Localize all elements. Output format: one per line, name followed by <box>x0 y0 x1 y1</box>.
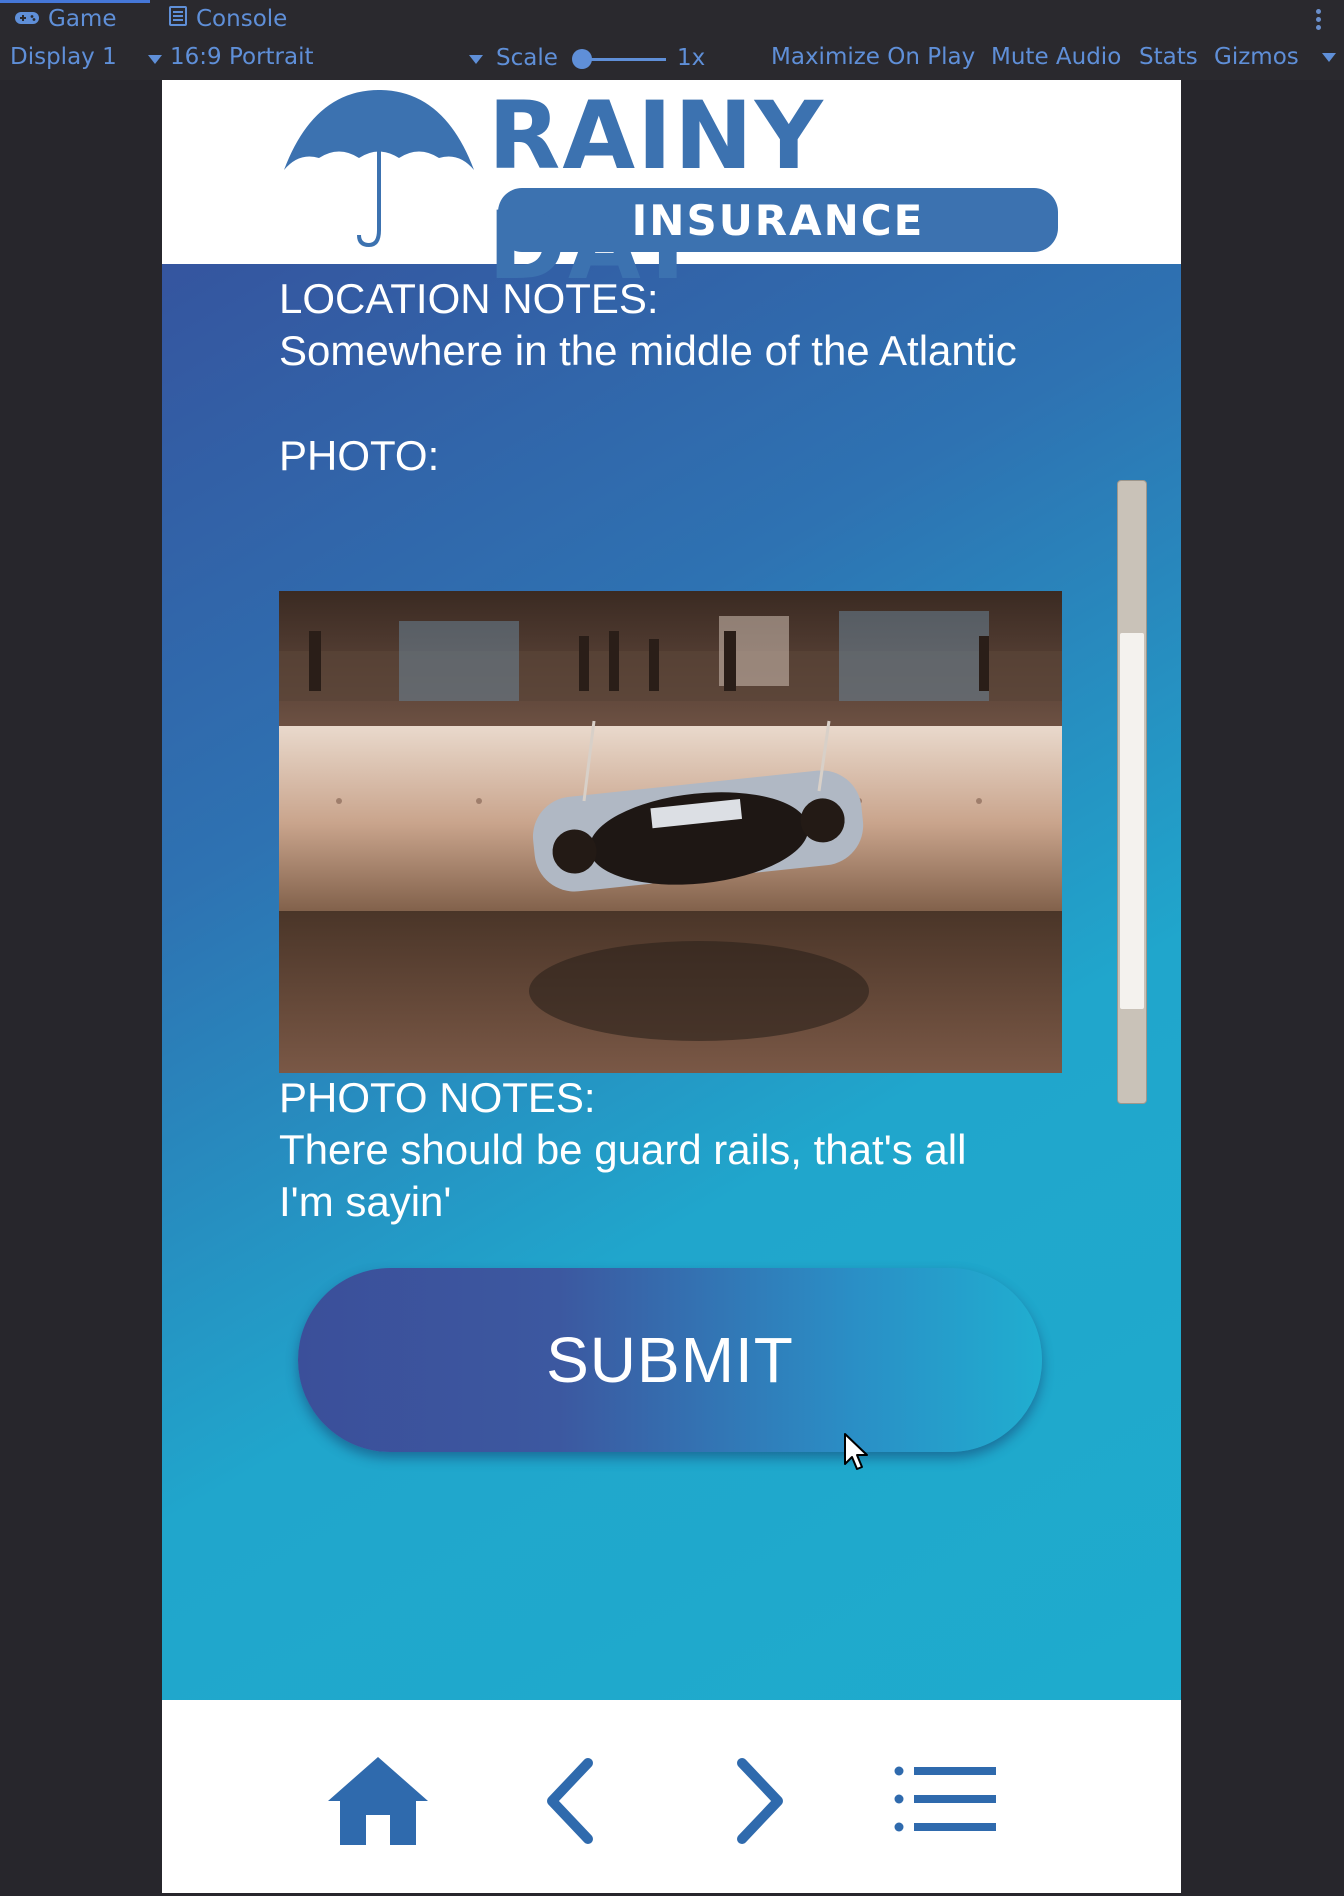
console-icon <box>168 6 188 32</box>
gizmos-label: Gizmos <box>1214 44 1299 70</box>
menu-button[interactable] <box>894 1766 998 1836</box>
gamepad-icon <box>14 6 40 32</box>
mouse-cursor-icon <box>843 1432 869 1476</box>
menu-icon <box>894 1766 996 1832</box>
display-dropdown[interactable]: Display 1 <box>10 44 162 70</box>
location-notes-value: Somewhere in the middle of the Atlantic <box>279 327 1017 374</box>
scale-label: Scale <box>496 45 558 71</box>
tab-console-label: Console <box>196 6 288 32</box>
claim-photo <box>279 591 1062 1073</box>
game-viewport: LOCATION NOTES: Somewhere in the middle … <box>162 80 1181 1893</box>
chevron-down-icon <box>147 55 162 64</box>
submit-button[interactable]: SUBMIT <box>298 1268 1042 1452</box>
forward-button[interactable] <box>730 1757 790 1849</box>
photo-notes-label: PHOTO NOTES: <box>279 1074 596 1121</box>
bottom-nav-bar <box>162 1700 1181 1893</box>
photo-notes-line-2: I'm sayin' <box>279 1178 452 1225</box>
rainy-day-logo: RAINY DAY INSURANCE <box>284 82 1064 301</box>
tab-game[interactable]: Game <box>0 0 152 38</box>
more-options-icon[interactable] <box>1316 6 1322 33</box>
editor-tab-bar: Game Console <box>0 0 1344 38</box>
home-icon <box>328 1757 428 1845</box>
home-button[interactable] <box>328 1757 428 1849</box>
display-label: Display 1 <box>10 44 117 70</box>
chevron-down-icon <box>1322 53 1337 62</box>
aspect-label: 16:9 Portrait <box>170 44 314 70</box>
photo-notes-line-1: There should be guard rails, that's all <box>279 1126 967 1173</box>
scale-value: 1x <box>677 45 706 71</box>
claim-form-scroll-area[interactable]: LOCATION NOTES: Somewhere in the middle … <box>162 264 1181 1780</box>
scale-slider-track[interactable] <box>580 58 666 61</box>
photo-label: PHOTO: <box>279 432 440 479</box>
gizmos-toggle[interactable]: Gizmos <box>1214 44 1337 70</box>
stats-toggle[interactable]: Stats <box>1139 44 1198 70</box>
mute-audio-toggle[interactable]: Mute Audio <box>991 44 1121 70</box>
maximize-on-play-toggle[interactable]: Maximize On Play <box>771 44 975 70</box>
forward-icon <box>737 1758 783 1844</box>
back-icon <box>547 1758 593 1844</box>
brand-subtitle: INSURANCE <box>631 195 925 245</box>
back-button[interactable] <box>540 1757 600 1849</box>
aspect-dropdown[interactable]: 16:9 Portrait <box>170 44 483 70</box>
scale-slider-handle[interactable] <box>572 49 592 69</box>
form-scrollbar-thumb[interactable] <box>1120 633 1144 1009</box>
app-header: RAINY DAY INSURANCE <box>162 80 1181 301</box>
chevron-down-icon <box>468 55 483 64</box>
tab-console[interactable]: Console <box>168 0 287 38</box>
form-scrollbar[interactable] <box>1117 480 1147 1104</box>
tab-game-label: Game <box>48 6 117 32</box>
